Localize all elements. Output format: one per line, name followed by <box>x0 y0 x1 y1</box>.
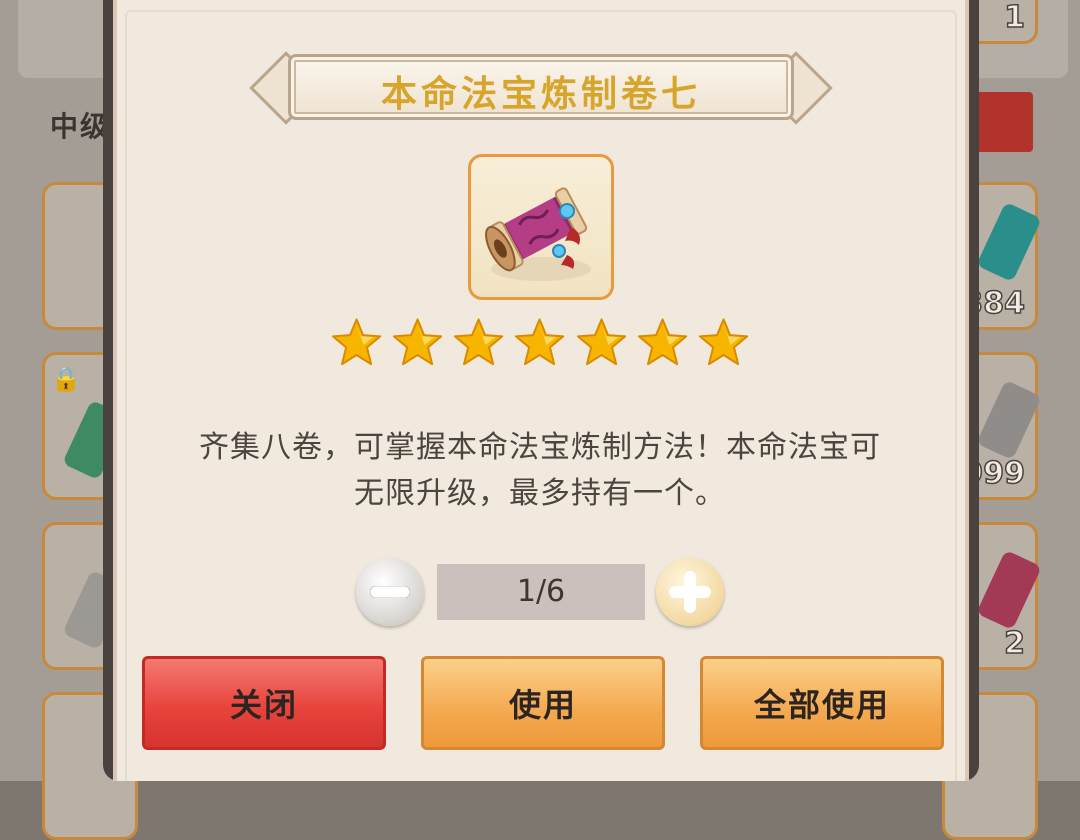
use-all-button[interactable]: 全部使用 <box>700 656 944 750</box>
inventory-sort-button <box>975 92 1033 152</box>
item-description: 齐集八卷，可掌握本命法宝炼制方法！本命法宝可 无限升级，最多持有一个。 <box>150 425 930 517</box>
star-icon <box>698 318 749 366</box>
star-icon <box>393 318 443 366</box>
close-button-label: 关闭 <box>229 686 298 724</box>
stone-icon <box>976 379 1042 461</box>
use-button[interactable]: 使用 <box>421 656 665 750</box>
increase-button[interactable] <box>656 558 724 626</box>
description-line: 齐集八卷，可掌握本命法宝炼制方法！本命法宝可 <box>199 430 881 465</box>
description-line: 无限升级，最多持有一个。 <box>354 476 726 511</box>
decrease-button[interactable] <box>356 558 424 626</box>
star-icon <box>576 318 626 366</box>
use-all-button-label: 全部使用 <box>753 686 890 724</box>
quantity-field[interactable]: 1/6 <box>437 564 645 620</box>
star-icon <box>515 318 565 366</box>
star-icon <box>454 318 504 366</box>
use-button-label: 使用 <box>508 686 577 724</box>
dialog-title: 本命法宝炼制卷七 <box>380 74 701 115</box>
lock-icon: 🔒 <box>51 365 81 393</box>
item-icon-frame <box>468 154 614 300</box>
teal-crystal-icon <box>976 201 1042 283</box>
scroll-item-icon <box>485 187 591 281</box>
item-count: 1 <box>1003 0 1025 36</box>
scroll-item-icon <box>976 549 1042 631</box>
star-icon <box>637 318 687 366</box>
star-icon <box>331 318 382 366</box>
inventory-section-title: 中级 <box>50 110 111 143</box>
minus-icon <box>370 586 410 598</box>
title-banner: 本命法宝炼制卷七 <box>248 48 834 126</box>
star-rating <box>330 316 750 376</box>
close-button[interactable]: 关闭 <box>142 656 386 750</box>
item-count: 2 <box>1003 625 1025 662</box>
plus-icon <box>669 571 711 613</box>
